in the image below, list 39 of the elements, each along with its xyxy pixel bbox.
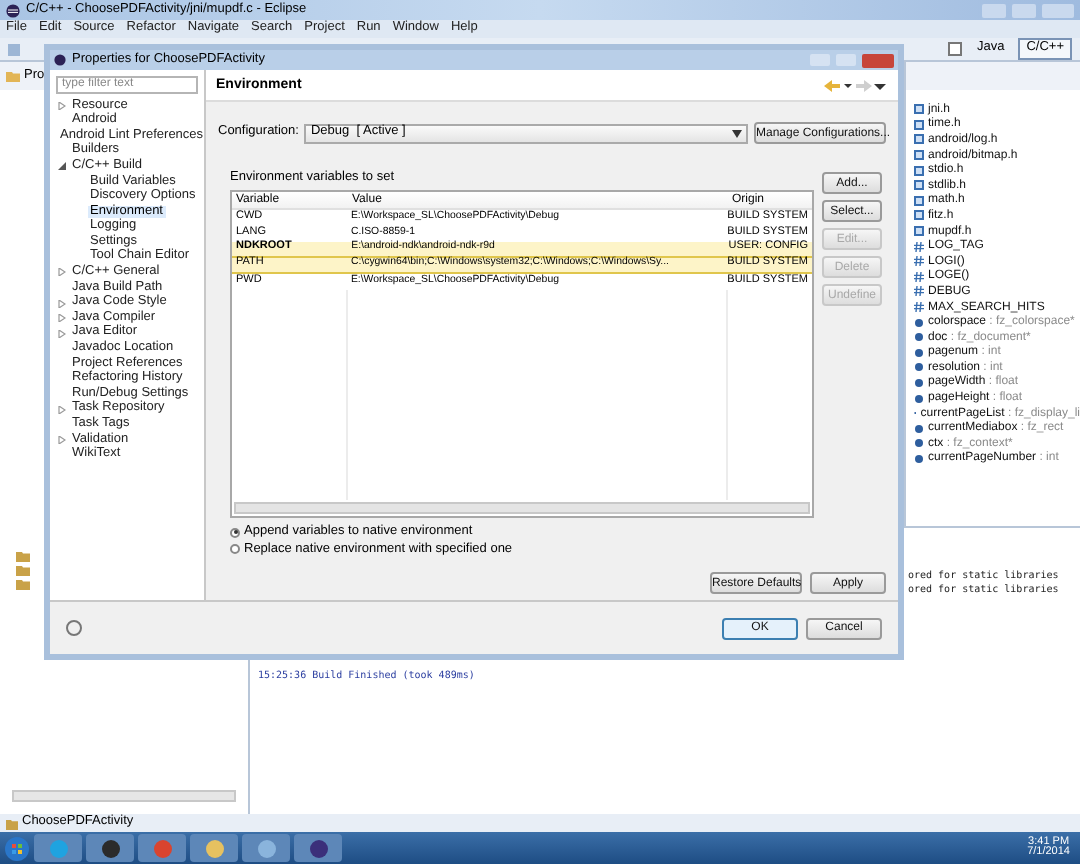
collapsed-triangle-icon[interactable] — [58, 299, 66, 308]
field-dot-icon — [914, 347, 924, 358]
start-button-icon[interactable] — [4, 835, 30, 861]
folder-icon — [6, 70, 20, 82]
expanded-triangle-icon[interactable] — [58, 162, 66, 171]
taskbar-app-icon[interactable] — [86, 834, 134, 862]
hash-icon — [914, 302, 924, 313]
taskbar-app-icon[interactable] — [242, 834, 290, 862]
field-dot-icon — [914, 453, 924, 464]
hash-icon — [914, 286, 924, 297]
field-dot-icon — [914, 332, 924, 343]
view-menu-icon[interactable] — [872, 79, 888, 91]
collapsed-triangle-icon[interactable] — [58, 329, 66, 338]
field-dot-icon — [914, 377, 924, 388]
open-perspective-icon[interactable] — [948, 42, 963, 56]
field-dot-icon — [914, 438, 924, 449]
new-file-icon[interactable] — [8, 43, 20, 55]
field-dot-icon — [914, 393, 924, 404]
help-icon[interactable] — [66, 620, 82, 636]
hash-icon — [914, 271, 924, 282]
taskbar-app-icon[interactable] — [190, 834, 238, 862]
taskbar-app-icon[interactable] — [294, 834, 342, 862]
field-dot-icon — [914, 317, 924, 328]
dropdown-arrow-icon — [732, 129, 742, 137]
field-dot-icon — [914, 423, 924, 434]
collapsed-triangle-icon[interactable] — [58, 435, 66, 444]
collapsed-triangle-icon[interactable] — [58, 101, 66, 110]
dropdown-arrow-icon[interactable] — [840, 79, 856, 91]
eclipse-logo-icon — [6, 3, 20, 17]
hash-icon — [914, 256, 924, 267]
collapsed-triangle-icon[interactable] — [58, 268, 66, 277]
collapsed-triangle-icon[interactable] — [58, 314, 66, 323]
hash-icon — [914, 241, 924, 252]
field-dot-icon — [914, 362, 924, 373]
collapsed-triangle-icon[interactable] — [58, 405, 66, 414]
close-button[interactable] — [862, 53, 894, 67]
eclipse-logo-icon — [54, 54, 66, 66]
radio-button[interactable] — [230, 544, 240, 555]
radio-button[interactable] — [230, 527, 240, 538]
